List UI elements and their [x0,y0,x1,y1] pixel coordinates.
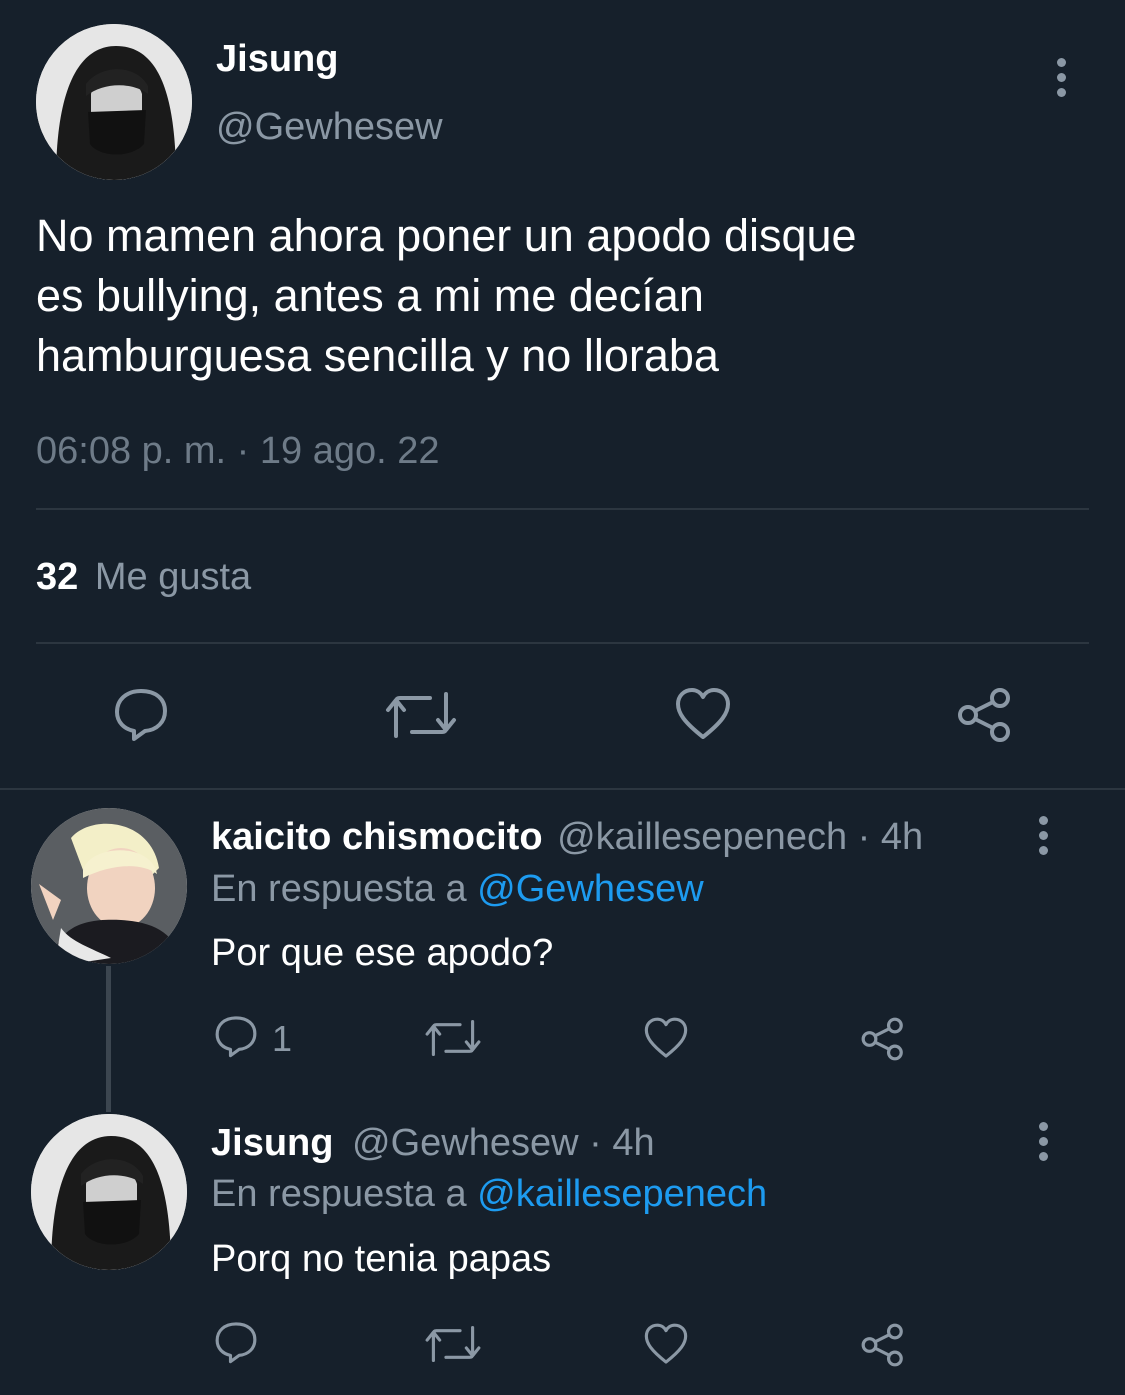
comment-icon[interactable] [213,1014,259,1058]
heart-icon[interactable] [643,1322,689,1366]
reply-context: En respuesta a @kaillesepenech [211,1173,767,1216]
tweet-text-line: es bullying, antes a mi me decían [36,270,704,321]
reply-context: En respuesta a @Gewhesew [211,868,704,911]
reply-context-prefix: En respuesta a [211,868,467,910]
reply-author-handle[interactable]: @kaillesepenech [557,816,847,858]
comment-icon[interactable] [112,686,170,742]
reply-time: · 4h [857,816,924,858]
more-icon[interactable] [1057,58,1067,103]
reply-context-mention[interactable]: @Gewhesew [477,868,704,910]
reply-header: kaicito chismocito @kaillesepenech · 4h [211,816,923,859]
reply-context-prefix: En respuesta a [211,1173,467,1215]
retweet-icon[interactable] [384,690,458,740]
tweet-text-line: No mamen ahora poner un apodo disque [36,210,857,261]
comment-icon[interactable] [213,1320,259,1364]
reply-avatar[interactable] [31,808,187,964]
more-icon[interactable] [1039,816,1049,861]
reply-count: 1 [272,1018,293,1059]
divider [36,642,1089,644]
more-icon[interactable] [1039,1122,1049,1167]
likes-count: 32 [36,556,79,598]
reply-context-mention[interactable]: @kaillesepenech [477,1173,767,1215]
divider [36,508,1089,510]
author-handle[interactable]: @Gewhesew [216,106,443,149]
share-icon[interactable] [860,1016,906,1062]
retweet-icon[interactable] [424,1018,482,1058]
reply-author-handle[interactable]: @Gewhesew [352,1122,579,1164]
reply-author-name[interactable]: kaicito chismocito [211,816,543,858]
heart-icon[interactable] [674,686,732,742]
reply-text: Porq no tenia papas [211,1238,552,1280]
thread-line [106,966,111,1112]
divider [0,788,1125,790]
tweet-timestamp[interactable]: 06:08 p. m. · 19 ago. 22 [36,430,440,473]
retweet-icon[interactable] [424,1324,482,1364]
author-name[interactable]: Jisung [216,38,338,81]
tweet-text-line: hamburguesa sencilla y no lloraba [36,330,719,381]
reply-header: Jisung @Gewhesew · 4h [211,1122,655,1165]
likes-label: Me gusta [94,556,252,598]
author-avatar[interactable] [36,24,192,180]
tweet-text: No mamen ahora poner un apodo disque es … [36,206,857,386]
reply-text: Por que ese apodo? [211,932,554,974]
heart-icon[interactable] [643,1016,689,1060]
reply-author-name[interactable]: Jisung [211,1122,333,1164]
reply-avatar[interactable] [31,1114,187,1270]
reply-time: · 4h [589,1122,655,1164]
likes-summary[interactable]: 32 Me gusta [36,556,251,599]
share-icon[interactable] [956,686,1014,744]
share-icon[interactable] [860,1322,906,1368]
